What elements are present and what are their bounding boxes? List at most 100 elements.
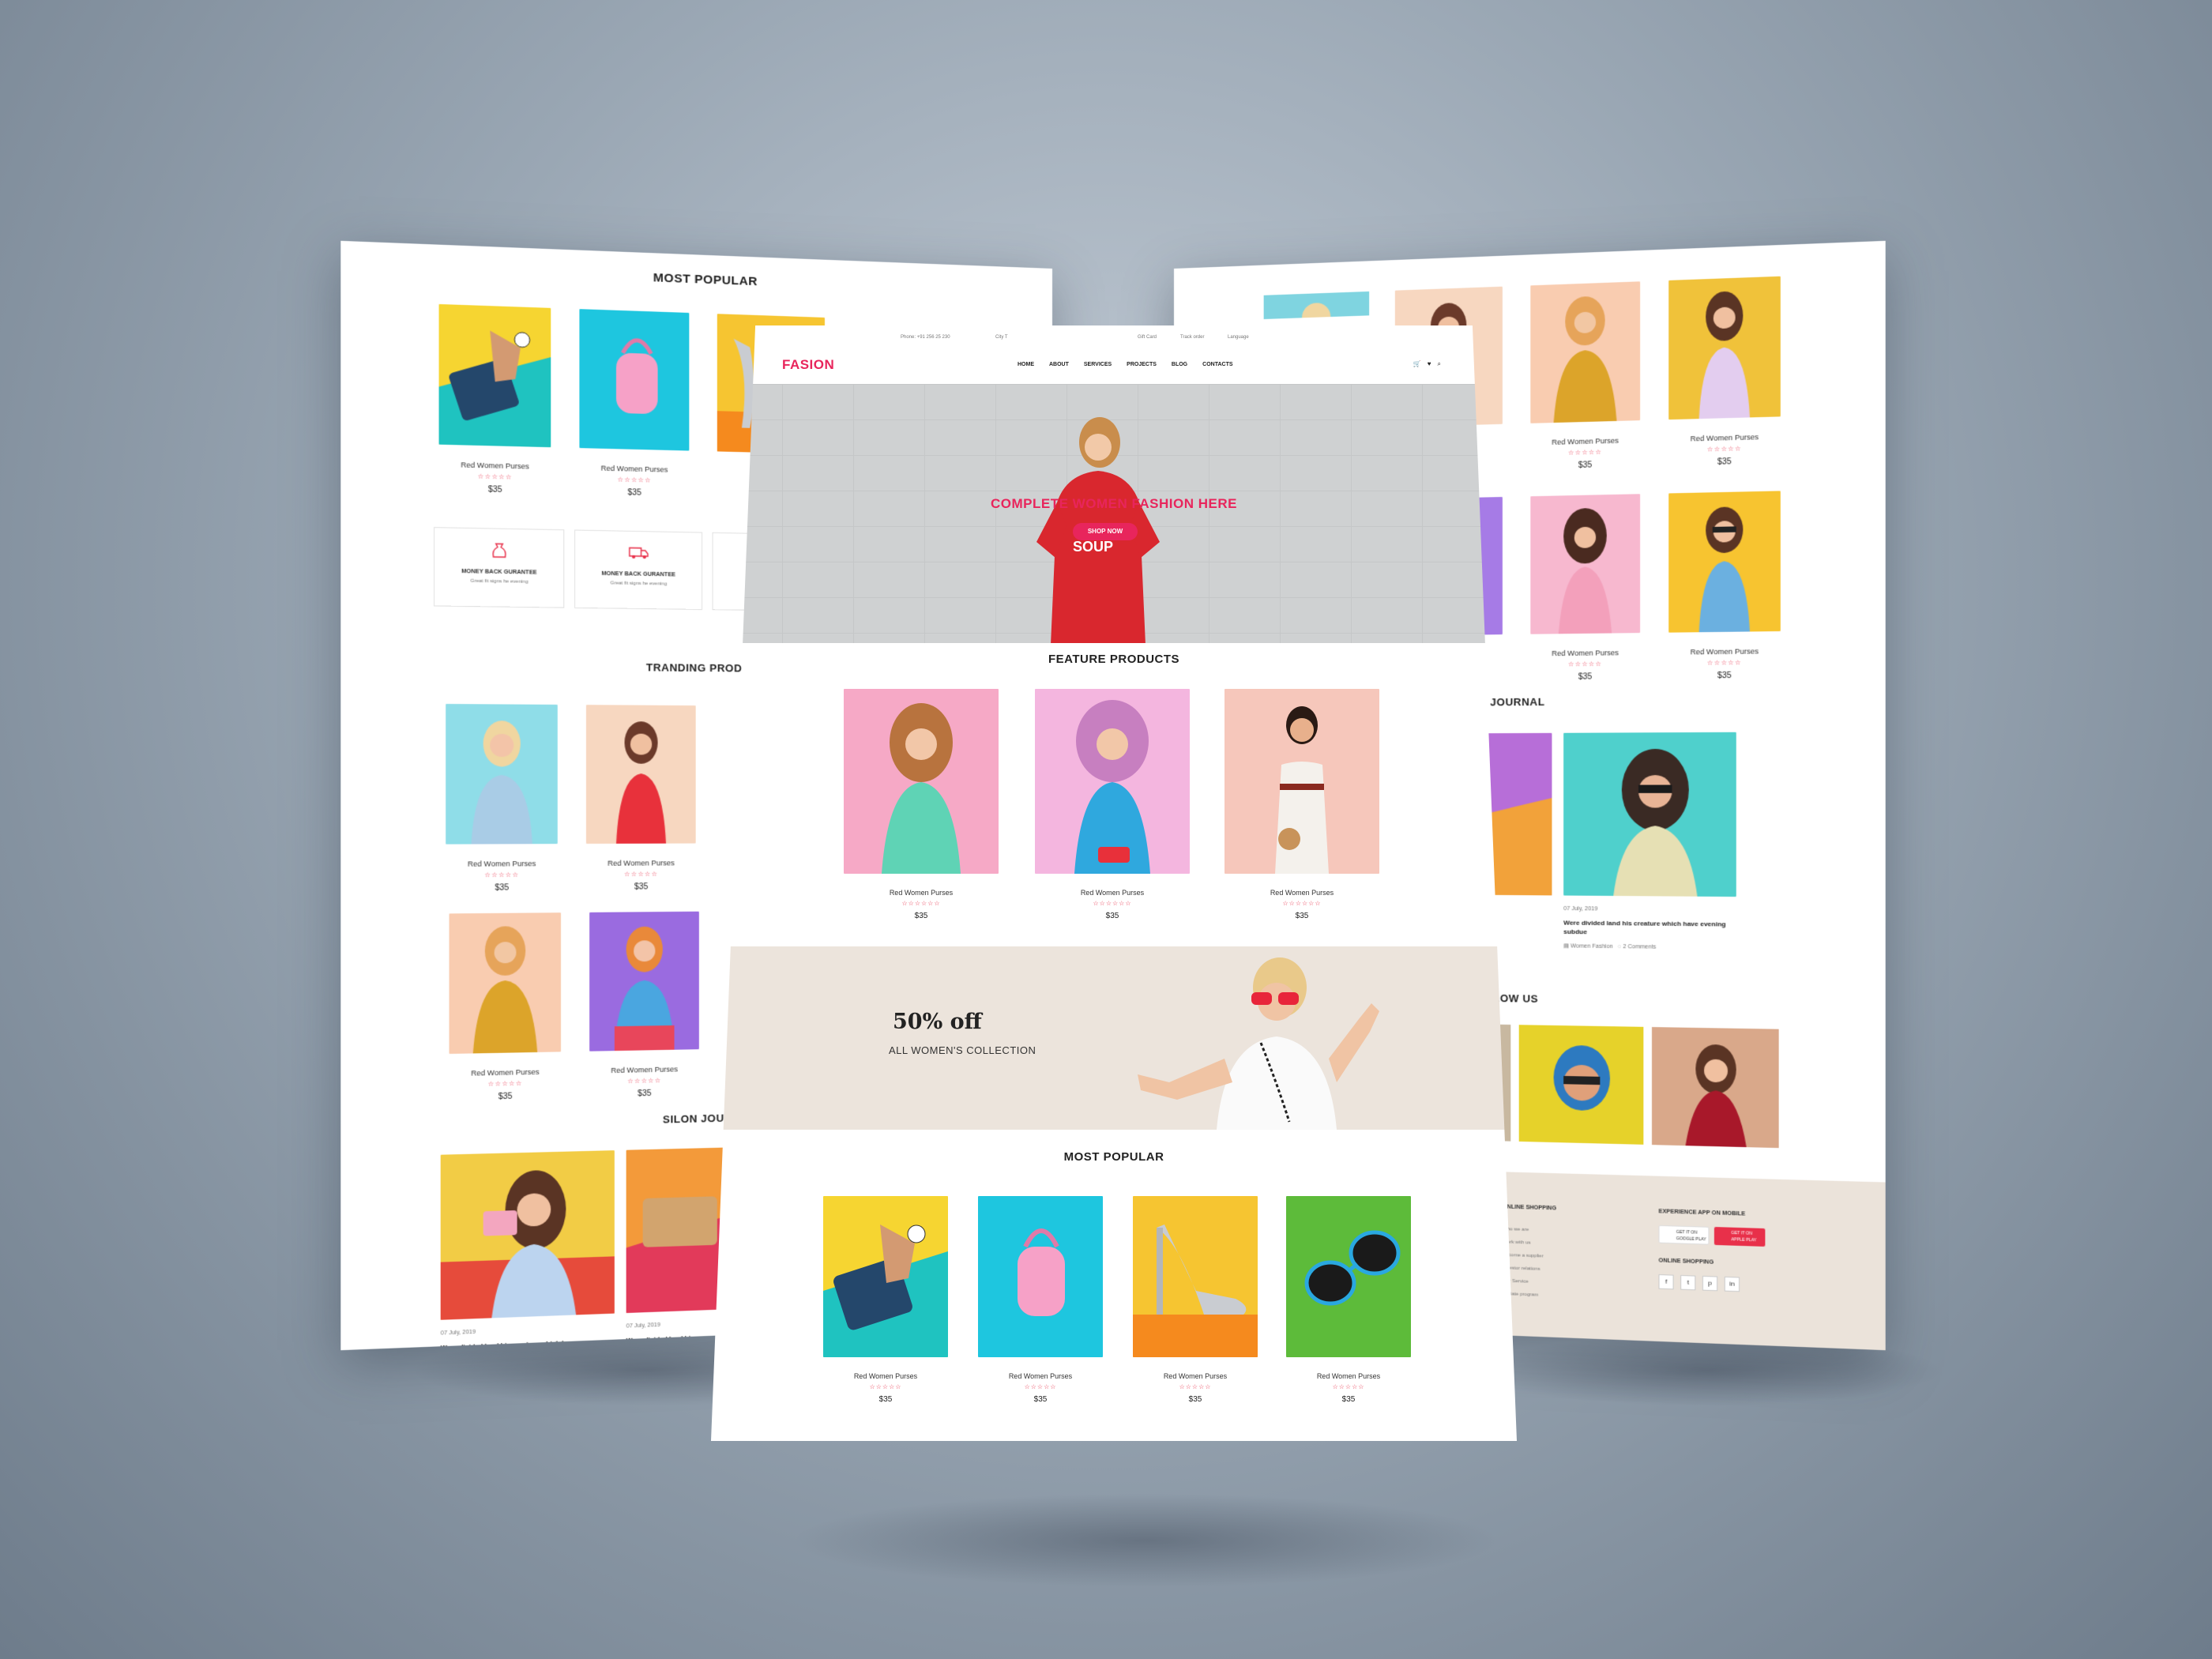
shop-now-button[interactable]: SHOP NOW [1073, 523, 1138, 540]
truck-icon [628, 543, 649, 559]
rating-stars: ☆☆☆☆☆ [624, 870, 659, 878]
journal-category[interactable]: Women Fashion [1571, 943, 1613, 950]
product-name: Red Women Purses [1270, 889, 1334, 897]
model-photo [589, 911, 699, 1051]
purse-photo [438, 303, 551, 448]
model-photo [1224, 689, 1379, 874]
right-product-r2-2[interactable]: Red Women Purses ☆☆☆☆☆ $35 [1530, 494, 1641, 682]
journal-headline[interactable]: Were divided land his creature which hav… [1563, 918, 1736, 938]
right-product-r1-3[interactable]: Red Women Purses ☆☆☆☆☆ $35 [1668, 276, 1781, 468]
product-name: Red Women Purses [1552, 436, 1619, 446]
money-bag-icon [488, 540, 510, 559]
feature-product-1[interactable]: Red Women Purses ☆☆☆☆☆☆ $35 [844, 689, 999, 920]
right-product-r1-2[interactable]: Red Women Purses ☆☆☆☆☆ $35 [1530, 281, 1641, 471]
product-name: Red Women Purses [1690, 647, 1759, 656]
product-name: Red Women Purses [1008, 1372, 1073, 1380]
product-price: $35 [638, 1089, 652, 1099]
product-name: Red Women Purses [608, 859, 675, 867]
instagram-icon[interactable]: in [1724, 1276, 1740, 1292]
model-photo [1035, 689, 1190, 874]
model-photo [585, 705, 696, 845]
instagram-photo-2[interactable] [1518, 1025, 1644, 1145]
sunglasses-photo [1286, 1196, 1411, 1357]
left-popular-product-1[interactable]: Red Women Purses ☆☆☆☆☆ $35 [438, 303, 551, 495]
product-name: Red Women Purses [611, 1065, 678, 1075]
brand-logo[interactable]: FASION [782, 357, 834, 373]
model-photo [446, 704, 558, 845]
left-popular-product-2[interactable]: Red Women Purses ☆☆☆☆☆ $35 [579, 309, 690, 498]
rating-stars: ☆☆☆☆☆☆ [1093, 900, 1132, 907]
feature-product-2[interactable]: Red Women Purses ☆☆☆☆☆☆ $35 [1035, 689, 1190, 920]
nav-icons: 🛒 ♥ ⌕ [1413, 360, 1441, 368]
top-gift-card[interactable]: Gift Card [1138, 335, 1157, 340]
popular-product-4[interactable]: Red Women Purses ☆☆☆☆☆ $35 [1286, 1196, 1411, 1404]
backpack-photo [978, 1196, 1103, 1357]
product-price: $35 [1105, 912, 1119, 920]
product-price: $35 [1578, 461, 1593, 471]
store-label: APPLE PLAY [1731, 1237, 1757, 1243]
front-page-shadow [790, 1493, 1501, 1588]
journal-meta: ▤ Women Fashion ◌ 2 Comments [1563, 942, 1736, 951]
popular-product-2[interactable]: Red Women Purses ☆☆☆☆☆ $35 [978, 1196, 1103, 1404]
model-photo [1668, 276, 1781, 420]
heart-icon[interactable]: ♥ [1428, 360, 1431, 368]
trending-product-4[interactable]: Red Women Purses ☆☆☆☆☆ $35 [589, 911, 699, 1100]
feature-product-3[interactable]: Red Women Purses ☆☆☆☆☆☆ $35 [1224, 689, 1379, 920]
product-name: Red Women Purses [853, 1372, 918, 1380]
shirt-print: SOUP [1073, 539, 1113, 555]
popular-product-3[interactable]: Red Women Purses ☆☆☆☆☆ $35 [1133, 1196, 1258, 1404]
rating-stars: ☆☆☆☆☆ [627, 1077, 662, 1085]
trending-product-2[interactable]: Red Women Purses ☆☆☆☆☆ $35 [585, 705, 696, 892]
right-journal-card-2[interactable]: 07 July, 2019 Were divided land his crea… [1563, 732, 1736, 951]
pinterest-icon[interactable]: p [1702, 1275, 1718, 1292]
rating-stars: ☆☆☆☆☆ [1179, 1383, 1212, 1390]
model-photo-cropped [1263, 291, 1370, 320]
rating-stars: ☆☆☆☆☆ [1567, 660, 1602, 668]
model-photo [1530, 281, 1641, 423]
product-name: Red Women Purses [1690, 432, 1759, 443]
top-language[interactable]: Language [1228, 335, 1249, 340]
purse-photo [823, 1196, 948, 1357]
rating-stars: ☆☆☆☆☆☆ [1282, 900, 1322, 907]
nav-projects[interactable]: PROJECTS [1127, 362, 1157, 367]
journal-date: 07 July, 2019 [440, 1329, 476, 1337]
product-name: Red Women Purses [468, 859, 536, 868]
journal-comments[interactable]: 2 Comments [1623, 944, 1656, 950]
promo-banner[interactable]: 50% off ALL WOMEN'S COLLECTION [711, 946, 1517, 1130]
left-journal-card-1[interactable]: 07 July, 2019 Were divided land his crea… [440, 1150, 615, 1350]
journal-photo [440, 1150, 615, 1320]
facebook-icon[interactable]: f [1658, 1274, 1674, 1290]
top-track-order[interactable]: Track order [1180, 335, 1204, 340]
promo-subline: ALL WOMEN'S COLLECTION [889, 1044, 1036, 1056]
rating-stars: ☆☆☆☆☆ [1706, 659, 1742, 667]
footer-col2-subtitle: ONLINE SHOPPING [1658, 1258, 1714, 1266]
nav-contacts[interactable]: CONTACTS [1202, 362, 1232, 367]
service-box-1: MONEY BACK GURANTEE Great fit signs he e… [434, 527, 565, 608]
product-price: $35 [634, 882, 649, 892]
right-product-r2-3[interactable]: Red Women Purses ☆☆☆☆☆ $35 [1668, 491, 1781, 680]
heel-photo [1133, 1196, 1258, 1357]
apple-store-button[interactable]: GET IT ON APPLE PLAY [1714, 1227, 1766, 1247]
cart-icon[interactable]: 🛒 [1413, 360, 1421, 368]
product-price: $35 [1578, 672, 1593, 682]
main-nav: HOME ABOUT SERVICES PROJECTS BLOG CONTAC… [1018, 362, 1233, 367]
top-phone: Phone: +91 256 25 230 [901, 335, 950, 340]
search-icon[interactable]: ⌕ [1438, 360, 1441, 368]
nav-blog[interactable]: BLOG [1172, 362, 1187, 367]
trending-product-1[interactable]: Red Women Purses ☆☆☆☆☆ $35 [446, 704, 558, 893]
nav-about[interactable]: ABOUT [1049, 362, 1069, 367]
model-photo [1530, 494, 1641, 634]
product-price: $35 [1341, 1395, 1356, 1404]
google-play-button[interactable]: GET IT ON GOOGLE PLAY [1658, 1224, 1710, 1245]
trending-product-3[interactable]: Red Women Purses ☆☆☆☆☆ $35 [449, 912, 562, 1102]
instagram-photo-3[interactable] [1651, 1027, 1779, 1149]
trending-title: TRANDING PRODU [645, 661, 750, 675]
model-photo [1668, 491, 1781, 633]
product-price: $35 [495, 883, 510, 893]
popular-product-1[interactable]: Red Women Purses ☆☆☆☆☆ $35 [823, 1196, 948, 1404]
twitter-icon[interactable]: t [1680, 1274, 1696, 1291]
product-name: Red Women Purses [600, 464, 668, 474]
nav-services[interactable]: SERVICES [1084, 362, 1112, 367]
product-name: Red Women Purses [461, 461, 529, 471]
nav-home[interactable]: HOME [1018, 362, 1034, 367]
